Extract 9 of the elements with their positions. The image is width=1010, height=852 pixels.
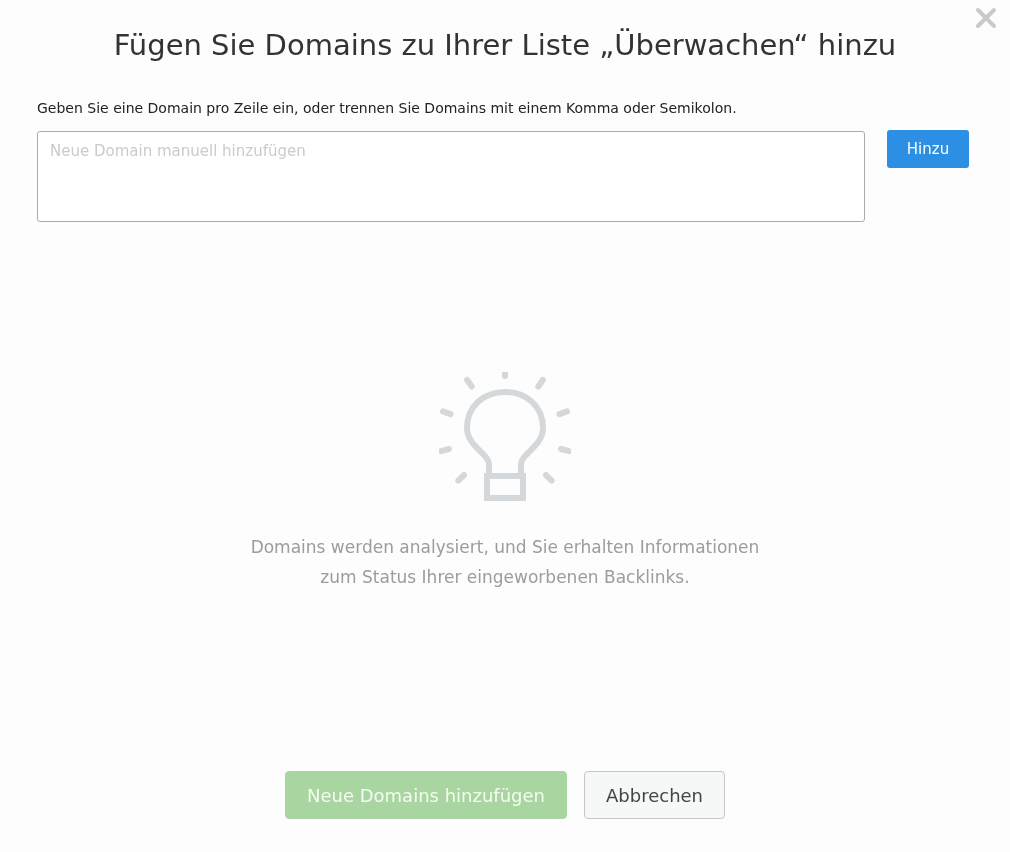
empty-state-text: zum Status Ihrer eingeworbenen Backlinks. <box>320 566 690 589</box>
lightbulb-icon <box>439 372 571 504</box>
close-button[interactable] <box>974 6 998 30</box>
dialog-title: Fügen Sie Domains zu Ihrer Liste „Überwachen“ hinzu <box>112 27 898 64</box>
empty-state-text: Domains werden analysiert, und Sie erhalten Informationen <box>250 536 760 559</box>
instruction-text: Geben Sie eine Domain pro Zeile ein, oder trennen Sie Domains mit einem Komma oder Semikolon. <box>37 99 738 118</box>
add-button[interactable]: Hinzu <box>887 130 969 168</box>
close-icon <box>975 7 997 29</box>
cancel-button[interactable]: Abbrechen <box>584 771 726 819</box>
